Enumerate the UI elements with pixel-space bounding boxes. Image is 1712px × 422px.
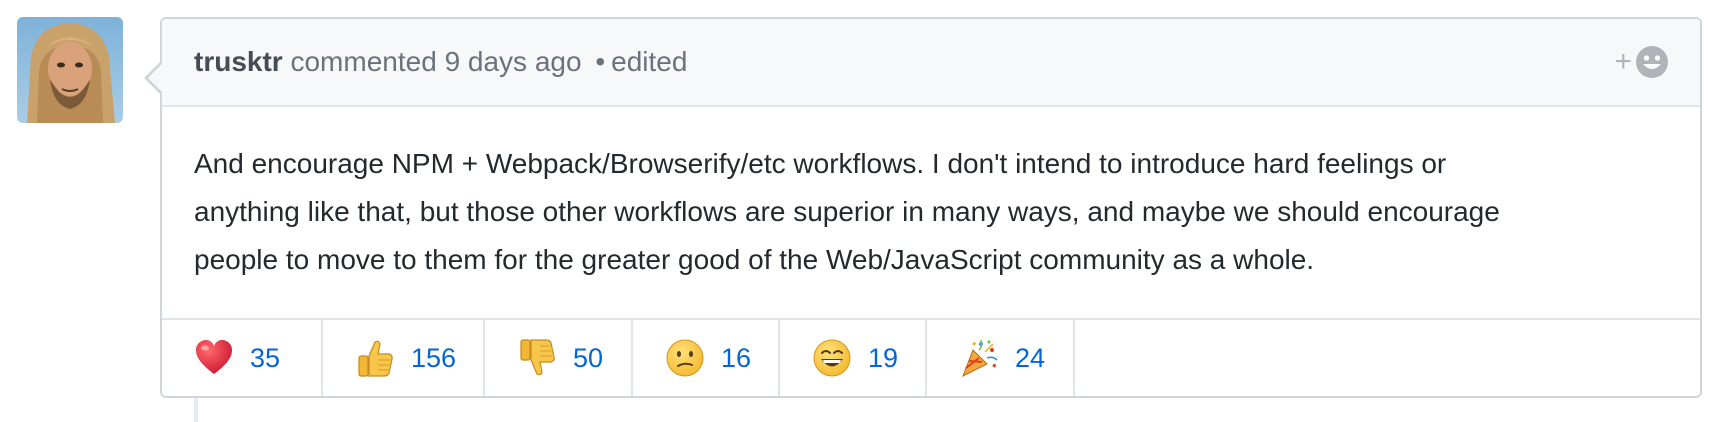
- reaction-count: 50: [573, 342, 604, 373]
- reaction-count: 16: [721, 342, 752, 373]
- reaction-count: 35: [250, 342, 281, 373]
- tada-icon: [962, 339, 998, 378]
- edited-indicator[interactable]: edited: [611, 46, 687, 77]
- reactions-bar: 35 156 50 16 19 24: [162, 318, 1700, 396]
- smile-face-icon: [813, 339, 851, 377]
- avatar[interactable]: [17, 17, 123, 123]
- reaction-count: 19: [868, 342, 899, 373]
- reaction-count: 24: [1015, 342, 1046, 373]
- author-link[interactable]: trusktr: [194, 46, 283, 77]
- heart-icon: [196, 340, 232, 374]
- comment-meta: trusktr commented 9 days ago • edited: [194, 46, 687, 78]
- comment-thread: trusktr commented 9 days ago • edited + A…: [0, 0, 1712, 422]
- add-reaction-plus: +: [1614, 45, 1632, 78]
- comment-body-line: anything like that, but those other work…: [194, 196, 1500, 227]
- reaction-count: 156: [411, 342, 457, 373]
- comment-body: And encourage NPM + Webpack/Browserify/e…: [162, 107, 1700, 318]
- timeline-connector: [194, 398, 198, 422]
- comment-body-line: And encourage NPM + Webpack/Browserify/e…: [194, 148, 1447, 179]
- comment-timestamp[interactable]: 9 days ago: [445, 46, 582, 77]
- meta-separator: •: [595, 46, 606, 77]
- thumbs-down-icon: [520, 339, 555, 376]
- comment-header: trusktr commented 9 days ago • edited +: [162, 19, 1700, 107]
- comment-pointer-inner: [148, 63, 163, 93]
- avatar-image: [17, 17, 123, 123]
- reaction-smile-button[interactable]: 19: [780, 320, 927, 396]
- comment-body-line: people to move to them for the greater g…: [194, 244, 1315, 275]
- smiley-icon: [1636, 46, 1668, 78]
- comment-action: commented: [290, 46, 437, 77]
- reaction-confused-button[interactable]: 16: [633, 320, 780, 396]
- thumbs-up-icon: [358, 340, 393, 377]
- reaction-tada-button[interactable]: 24: [927, 320, 1075, 396]
- comment-box: trusktr commented 9 days ago • edited + A…: [144, 17, 1702, 398]
- add-reaction-button[interactable]: +: [1614, 44, 1670, 80]
- reaction-heart-button[interactable]: 35: [162, 320, 323, 396]
- reaction-thumbs-up-button[interactable]: 156: [323, 320, 485, 396]
- confused-face-icon: [666, 339, 704, 377]
- reaction-thumbs-down-button[interactable]: 50: [485, 320, 633, 396]
